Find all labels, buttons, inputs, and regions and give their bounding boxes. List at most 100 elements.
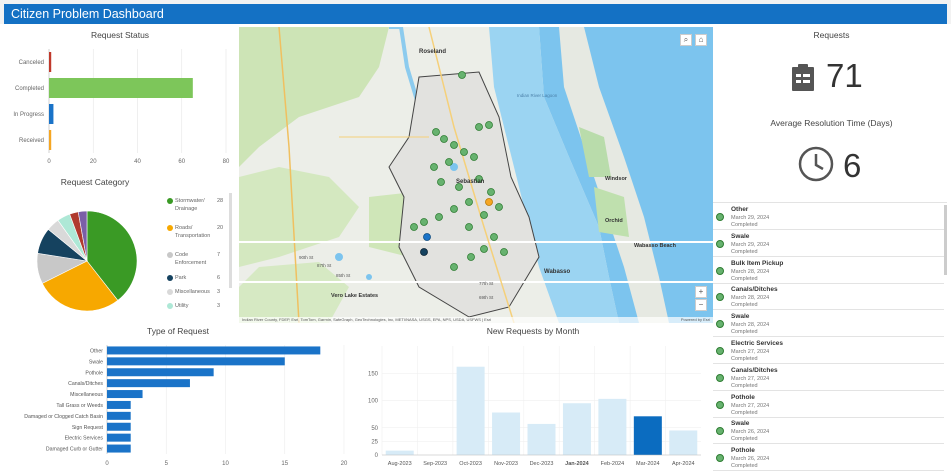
map-label-windsor: Windsor	[605, 176, 628, 182]
type-bar	[107, 411, 131, 420]
x-tick-label: Aug-2023	[388, 461, 412, 467]
list-item-date: March 29, 2024	[731, 215, 770, 221]
list-item-date: March 29, 2024	[731, 241, 770, 248]
legend-value: 6	[217, 275, 221, 281]
map-powered-by[interactable]: Powered by Esri	[681, 317, 710, 323]
status-completed-icon	[716, 427, 724, 436]
y-tick-label: 50	[371, 426, 378, 432]
status-bar	[49, 78, 193, 98]
list-item-status: Completed	[731, 275, 758, 282]
category-label: Tall Grass or Weeds	[56, 403, 103, 409]
status-completed-icon	[716, 213, 724, 221]
x-tick-label: 15	[281, 461, 288, 467]
type-of-request-panel: Type of Request 0 5 10 15 20 Other Swale Pothol…	[4, 324, 352, 470]
x-tick-label: Mar-2024	[636, 461, 660, 467]
category-label: In Progress	[13, 112, 44, 118]
list-item-title: Canals/Ditches	[731, 286, 778, 294]
list-item-title: Pothole	[731, 393, 755, 401]
map-view[interactable]: Roseland Sebastian Wabasso Wabasso Beach…	[239, 27, 713, 323]
month-bar	[456, 366, 485, 455]
x-tick-label: 20	[341, 461, 348, 467]
legend-swatch	[167, 252, 173, 258]
list-item-status: Completed	[731, 329, 758, 336]
new-requests-panel: New Requests by Month 0 25 50 100 150 Aug-202…	[356, 324, 710, 470]
list-item[interactable]: Pothole March 26, 2024 Completed	[713, 445, 944, 472]
list-item-title: Swale	[731, 420, 750, 428]
list-item[interactable]: Swale March 26, 2024 Completed	[713, 418, 944, 445]
type-bar	[107, 346, 321, 355]
map-label-orchid: Orchid	[605, 218, 623, 224]
status-completed-icon	[716, 320, 724, 329]
y-tick-label: 150	[368, 371, 379, 377]
list-item-title: Bulk Item Pickup	[731, 259, 784, 267]
list-item[interactable]: Swale March 28, 2024 Completed	[713, 311, 944, 338]
list-item-date: March 27, 2024	[731, 349, 770, 355]
x-tick-label: Nov-2023	[494, 461, 518, 467]
list-item-title: Other	[731, 206, 749, 213]
legend-label: Miscellaneous	[175, 289, 210, 295]
request-category-legend: Stormwater/ Drainage 28 Roads/ Transportat…	[167, 197, 237, 317]
month-bar	[492, 412, 521, 455]
legend-label: Roads/ Transportation	[175, 225, 211, 239]
home-icon: ⌂	[698, 35, 704, 44]
legend-scrollbar[interactable]	[229, 193, 232, 288]
resolution-label: Average Resolution Time (Days)	[770, 118, 893, 128]
status-bar	[49, 52, 52, 72]
list-item-title: Swale	[731, 313, 750, 321]
status-completed-icon	[716, 293, 724, 302]
x-tick-label: 20	[90, 159, 97, 165]
map-label-90th: 90th St	[299, 255, 314, 260]
legend-label: Park	[175, 275, 187, 281]
category-label: Swale	[89, 359, 103, 365]
list-item[interactable]: Pothole March 27, 2024 Completed	[713, 392, 944, 418]
type-bar	[107, 433, 131, 442]
list-item-title: Swale	[731, 232, 750, 240]
x-tick-label: Feb-2024	[601, 461, 625, 467]
status-completed-icon	[716, 347, 724, 355]
type-bar	[107, 400, 131, 409]
status-completed-icon	[716, 266, 724, 275]
list-item[interactable]: Canals/Ditches March 28, 2024 Completed	[713, 284, 944, 311]
status-completed-icon	[716, 239, 724, 248]
list-item-date: March 28, 2024	[731, 295, 770, 302]
category-label: Electric Services	[65, 436, 104, 442]
list-item[interactable]: Electric Services March 27, 2024 Completed	[713, 338, 944, 364]
map-home-button[interactable]: ⌂	[695, 34, 707, 46]
category-label: Received	[19, 138, 44, 144]
zoom-in-button[interactable]: +	[695, 286, 707, 298]
list-item-date: March 28, 2024	[731, 322, 770, 329]
list-item[interactable]: Other March 29, 2024 Completed	[713, 204, 944, 230]
list-item-status: Completed	[731, 436, 758, 443]
list-item-date: March 26, 2024	[731, 429, 770, 436]
search-icon: ⌕	[683, 35, 689, 44]
recent-requests-list[interactable]: Other March 29, 2024 Completed Swale March 2…	[713, 202, 947, 476]
map-search-button[interactable]: ⌕	[680, 34, 692, 46]
list-item-status: Completed	[731, 222, 758, 228]
type-bar	[107, 368, 214, 377]
list-scrollbar[interactable]	[944, 205, 947, 275]
zoom-out-button[interactable]: −	[695, 299, 707, 311]
map-canvas[interactable]: Roseland Sebastian Wabasso Wabasso Beach…	[239, 27, 713, 323]
legend-swatch	[167, 275, 173, 281]
list-item[interactable]: Bulk Item Pickup March 28, 2024 Completed	[713, 258, 944, 284]
map-label-85th: 85th St	[336, 273, 351, 278]
legend-value: 20	[217, 225, 224, 231]
kpi-panel: Requests 71 Average Resolution Time (Day…	[716, 27, 947, 201]
legend-item: Roads/ Transportation 20	[167, 224, 237, 240]
map-label-69th: 69th St	[479, 295, 494, 300]
header: Citizen Problem Dashboard	[0, 0, 951, 24]
map-attribution-text: Indian River County, FDEP, Esri, TomTom,…	[242, 317, 492, 322]
list-item[interactable]: Swale March 29, 2024 Completed	[713, 231, 944, 257]
status-completed-icon	[716, 373, 724, 382]
resolution-value: 6	[843, 147, 862, 184]
legend-swatch	[167, 198, 173, 204]
requests-label: Requests	[813, 30, 850, 40]
month-bar	[598, 398, 627, 455]
map-label-wabasso-beach: Wabasso Beach	[634, 243, 677, 249]
x-tick-label: 80	[223, 159, 230, 165]
list-item-date: March 28, 2024	[731, 268, 770, 275]
list-item[interactable]: Canals/Ditches March 27, 2024 Completed	[713, 365, 944, 391]
list-item-title: Canals/Ditches	[731, 366, 778, 374]
map-label-wabasso: Wabasso	[544, 269, 570, 275]
map-label-87th: 87th St	[317, 263, 332, 268]
